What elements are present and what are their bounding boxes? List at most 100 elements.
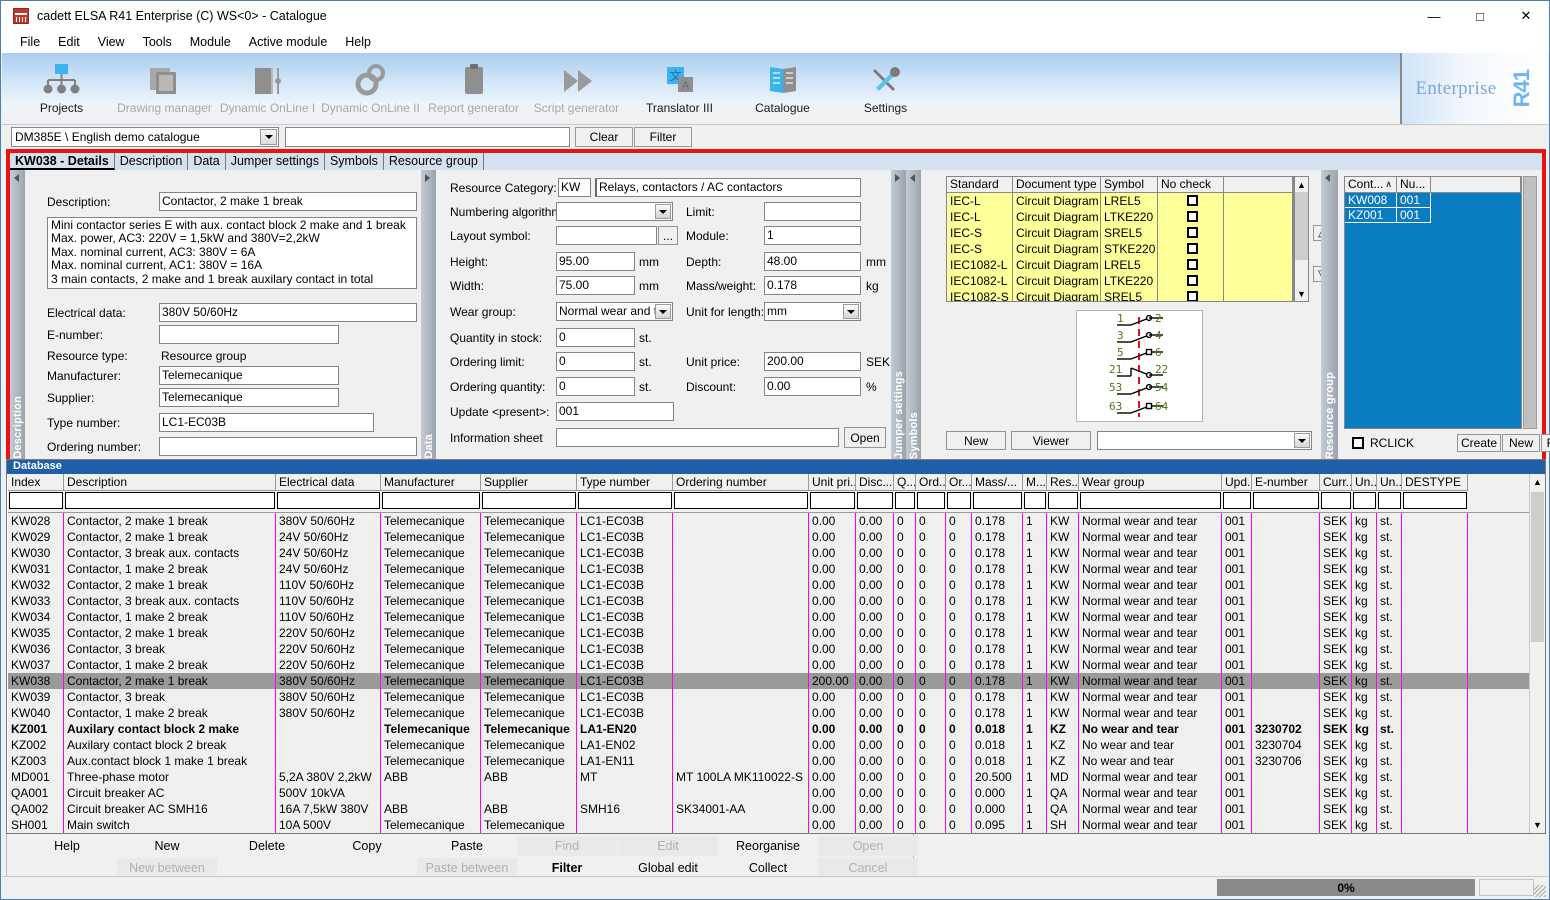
chevron-down-icon[interactable] bbox=[655, 204, 671, 219]
database-filter-input[interactable] bbox=[857, 492, 893, 509]
chevron-down-icon[interactable] bbox=[655, 304, 671, 319]
database-column-header[interactable]: Type number bbox=[577, 474, 673, 491]
dropdown-numbering-algorithm[interactable] bbox=[556, 202, 673, 221]
collapse-left-icon[interactable] bbox=[14, 174, 19, 182]
vtab-description[interactable]: Description bbox=[10, 170, 25, 463]
database-filter-cell[interactable] bbox=[1352, 492, 1377, 510]
field-module[interactable]: 1 bbox=[764, 226, 861, 245]
table-row[interactable]: KW039 Contactor, 3 break 380V 50/60Hz Telem… bbox=[8, 689, 1529, 705]
resource-group-grid[interactable]: Cont... ∧ Nu... KW008 001 KZ001 001 bbox=[1344, 176, 1522, 429]
rclick-checkbox-group[interactable]: RCLICK bbox=[1352, 436, 1414, 450]
database-column-header[interactable]: Curr... bbox=[1320, 474, 1352, 491]
database-filter-input[interactable] bbox=[674, 492, 808, 509]
database-filter-row[interactable] bbox=[8, 491, 1529, 510]
resource-group-row[interactable]: KZ001 001 bbox=[1345, 208, 1521, 223]
database-filter-cell[interactable] bbox=[673, 492, 809, 510]
database-column-header[interactable]: Description bbox=[64, 474, 276, 491]
copy-button[interactable]: Copy bbox=[317, 836, 417, 856]
vtab-resource-group[interactable]: Resource group bbox=[1321, 170, 1338, 463]
paste-between-button[interactable]: Paste between bbox=[417, 858, 517, 878]
database-column-header[interactable]: E-number bbox=[1252, 474, 1320, 491]
field-depth[interactable]: 48.00 bbox=[764, 252, 861, 271]
table-row[interactable]: KW036 Contactor, 3 break 220V 50/60Hz Telem… bbox=[8, 641, 1529, 657]
database-filter-cell[interactable] bbox=[1320, 492, 1352, 510]
resource-group-scrollbar[interactable] bbox=[1523, 176, 1537, 429]
database-column-header[interactable]: M... bbox=[1023, 474, 1047, 491]
table-row[interactable]: KW034 Contactor, 1 make 2 break 110V 50/60… bbox=[8, 609, 1529, 625]
database-filter-cell[interactable] bbox=[8, 492, 64, 510]
rg-col-cont[interactable]: Cont... ∧ bbox=[1345, 177, 1397, 193]
field-supplier[interactable]: Telemecanique bbox=[159, 388, 339, 407]
database-filter-input[interactable] bbox=[947, 492, 971, 509]
ribbon-projects[interactable]: Projects bbox=[10, 53, 113, 125]
scroll-up-icon[interactable]: ▲ bbox=[1530, 474, 1545, 490]
symbols-row[interactable]: IEC-S Circuit Diagram SREL5 bbox=[947, 225, 1293, 241]
database-column-header[interactable]: Or... bbox=[946, 474, 972, 491]
database-column-header[interactable]: Ord... bbox=[916, 474, 946, 491]
tab-data[interactable]: Data bbox=[188, 153, 226, 170]
information-sheet-open-button[interactable]: Open bbox=[844, 427, 886, 448]
paste-button[interactable]: Paste bbox=[417, 836, 517, 856]
database-filter-input[interactable] bbox=[973, 492, 1022, 509]
table-row[interactable]: QA002 Circuit breaker AC SMH16 16A 7,5kW 3… bbox=[8, 801, 1529, 817]
ribbon-translator-iii[interactable]: 文 A Translator III bbox=[628, 53, 731, 125]
field-ordering-limit[interactable]: 0 bbox=[556, 352, 635, 371]
scroll-up-icon[interactable]: ▲ bbox=[1295, 177, 1308, 192]
resource-group-filter-button[interactable]: Filter bbox=[1541, 434, 1550, 452]
symbols-new-button[interactable]: New bbox=[946, 431, 1006, 450]
filter-button-bottom[interactable]: Filter bbox=[517, 858, 617, 878]
table-row[interactable]: KW032 Contactor, 2 make 1 break 110V 50/60… bbox=[8, 577, 1529, 593]
database-filter-input[interactable] bbox=[917, 492, 945, 509]
chevron-down-icon[interactable] bbox=[843, 304, 859, 319]
ribbon-script-generator[interactable]: Script generator bbox=[525, 53, 628, 125]
table-row[interactable]: KW033 Contactor, 3 break aux. contacts 110… bbox=[8, 593, 1529, 609]
database-filter-cell[interactable] bbox=[1377, 492, 1402, 510]
database-filter-input[interactable] bbox=[382, 492, 480, 509]
field-limit[interactable] bbox=[764, 202, 861, 221]
field-manufacturer[interactable]: Telemecanique bbox=[159, 366, 339, 385]
tab-symbols[interactable]: Symbols bbox=[324, 153, 384, 170]
table-row[interactable]: KW038 Contactor, 2 make 1 break 380V 50/60… bbox=[8, 673, 1529, 689]
database-filter-input[interactable] bbox=[65, 492, 275, 509]
database-filter-input[interactable] bbox=[1321, 492, 1351, 509]
database-filter-cell[interactable] bbox=[481, 492, 577, 510]
catalogue-search-input[interactable] bbox=[285, 127, 570, 147]
database-filter-input[interactable] bbox=[1253, 492, 1319, 509]
table-row[interactable]: KW031 Contactor, 1 make 2 break 24V 50/60H… bbox=[8, 561, 1529, 577]
field-information-sheet[interactable] bbox=[556, 428, 839, 447]
ribbon-dynamic-online-1[interactable]: Dynamic OnLine I bbox=[216, 53, 319, 125]
database-filter-input[interactable] bbox=[1378, 492, 1401, 509]
field-update-present[interactable]: 001 bbox=[556, 402, 674, 421]
field-description[interactable]: Contactor, 2 make 1 break bbox=[159, 192, 417, 211]
chevron-down-icon[interactable] bbox=[1294, 433, 1310, 448]
ribbon-drawing-manager[interactable]: Drawing manager bbox=[113, 53, 216, 125]
database-column-header[interactable]: Wear group bbox=[1079, 474, 1222, 491]
database-column-header[interactable]: Res... bbox=[1047, 474, 1079, 491]
database-filter-cell[interactable] bbox=[809, 492, 856, 510]
collapse-left-icon[interactable] bbox=[910, 174, 915, 182]
field-ordering-number[interactable] bbox=[159, 437, 417, 456]
table-row[interactable]: MD001 Three-phase motor 5,2A 380V 2,2kW ABB… bbox=[8, 769, 1529, 785]
field-e-number[interactable] bbox=[159, 325, 339, 344]
menu-active-module[interactable]: Active module bbox=[240, 33, 337, 51]
database-column-header[interactable]: DESTYPE bbox=[1402, 474, 1468, 491]
tab-jumper-settings[interactable]: Jumper settings bbox=[225, 153, 325, 170]
rclick-checkbox[interactable] bbox=[1352, 437, 1364, 449]
vtab-data[interactable]: Data bbox=[421, 170, 436, 463]
database-column-header[interactable]: Upd... bbox=[1222, 474, 1252, 491]
symbols-col-blank[interactable] bbox=[1224, 177, 1293, 193]
database-filter-cell[interactable] bbox=[1402, 492, 1468, 510]
symbols-row[interactable]: IEC1082-L Circuit Diagram LTKE220 bbox=[947, 273, 1293, 289]
filter-button[interactable]: Filter bbox=[634, 127, 692, 147]
menu-module[interactable]: Module bbox=[181, 33, 240, 51]
database-filter-input[interactable] bbox=[277, 492, 380, 509]
database-filter-cell[interactable] bbox=[856, 492, 894, 510]
vtab-symbols[interactable]: Symbols bbox=[906, 170, 921, 463]
no-check-checkbox[interactable] bbox=[1186, 195, 1198, 206]
maximize-button[interactable]: □ bbox=[1457, 1, 1503, 31]
database-filter-input[interactable] bbox=[482, 492, 576, 509]
reorganise-button[interactable]: Reorganise bbox=[718, 836, 818, 856]
field-discount[interactable]: 0.00 bbox=[764, 377, 861, 396]
field-quantity-in-stock[interactable]: 0 bbox=[556, 328, 635, 347]
database-filter-cell[interactable] bbox=[381, 492, 481, 510]
